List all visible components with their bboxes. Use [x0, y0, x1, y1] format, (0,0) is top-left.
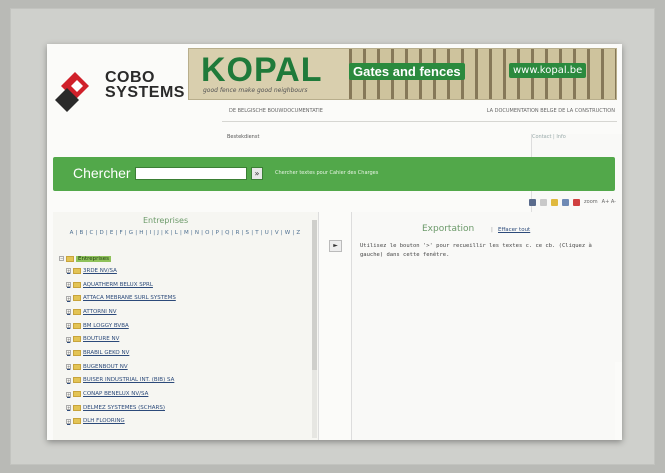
expand-icon[interactable]: + [66, 295, 71, 301]
company-name[interactable]: DELMEZ SYSTEMES (SCHARS) [83, 405, 165, 411]
add-to-export-button[interactable]: ► [329, 240, 342, 252]
company-tree-item[interactable]: + BUISER INDUSTRIAL INT. (BIB) SA [59, 374, 309, 388]
export-title: Exportation [422, 224, 475, 234]
expand-icon[interactable]: + [66, 418, 71, 424]
expand-icon[interactable]: + [66, 391, 71, 397]
search-bar: Chercher » Chercher textes pour Cahier d… [53, 157, 615, 191]
company-tree-item[interactable]: + CONAP BENELUX NV/SA [59, 387, 309, 401]
expand-icon[interactable]: + [66, 323, 71, 329]
collapse-icon[interactable]: − [59, 256, 64, 261]
company-name[interactable]: DLH FLOORING [83, 418, 125, 424]
tree-root[interactable]: − Entreprises [59, 253, 309, 264]
expand-icon[interactable]: + [66, 405, 71, 411]
subnav-bestekdienst[interactable]: Bestekdienst [227, 134, 259, 140]
export-panel: Exportation | Effacer tout Utilisez le b… [351, 212, 615, 440]
save-icon[interactable] [562, 198, 570, 206]
toolbar: zoom A+ A- [529, 197, 616, 207]
vertical-scrollbar[interactable] [312, 220, 317, 438]
clear-all-link[interactable]: Effacer tout [498, 227, 530, 233]
folder-icon [73, 322, 81, 329]
top-nav: DE BELGISCHE BOUWDOCUMENTATIE LA DOCUMEN… [227, 108, 617, 118]
kopal-banner-ad[interactable]: KOPAL good fence make good neighbours Ga… [188, 48, 617, 100]
folder-icon [73, 308, 81, 315]
zoom-label[interactable]: zoom [584, 199, 598, 205]
folder-icon [73, 391, 81, 398]
company-tree-item[interactable]: + DELMEZ SYSTEMES (SCHARS) [59, 401, 309, 415]
company-tree-item[interactable]: + AQUATHERM BELUX SPRL [59, 278, 309, 292]
company-name[interactable]: ATTORNI NV [83, 309, 116, 315]
company-name[interactable]: ATTACA MEBRANE SURL SYSTEMS [83, 295, 176, 301]
companies-panel: Entreprises A | B | C | D | E | F | G | … [53, 212, 319, 440]
company-name[interactable]: AQUATHERM BELUX SPRL [83, 282, 153, 288]
company-name[interactable]: BUGENBOUT NV [83, 364, 128, 370]
folder-icon [73, 404, 81, 411]
company-name[interactable]: BRABIL GEKO NV [83, 350, 129, 356]
company-name[interactable]: BOUTURE NV [83, 336, 119, 342]
nav-link-french[interactable]: LA DOCUMENTATION BELGE DE LA CONSTRUCTIO… [487, 108, 615, 114]
expand-icon[interactable]: + [66, 364, 71, 370]
company-name[interactable]: CONAP BENELUX NV/SA [83, 391, 148, 397]
folder-icon [73, 281, 81, 288]
cobo-systems-logo[interactable]: COBO SYSTEMS [55, 70, 185, 120]
expand-icon[interactable]: + [66, 268, 71, 274]
text-size-label[interactable]: A+ A- [602, 199, 616, 205]
company-tree-item[interactable]: + DLH FLOORING [59, 415, 309, 429]
banner-url: www.kopal.be [509, 63, 587, 78]
sub-nav: Bestekdienst Contact | Info [227, 134, 622, 362]
delete-icon[interactable] [573, 198, 581, 206]
export-instructions: Utilisez le bouton '>' pour recueillir l… [360, 243, 592, 258]
nav-link-dutch[interactable]: DE BELGISCHE BOUWDOCUMENTATIE [229, 108, 323, 114]
alphabet-index[interactable]: A | B | C | D | E | F | G | H | I | J | … [57, 230, 313, 237]
folder-icon [73, 363, 81, 370]
scrollbar-thumb[interactable] [312, 220, 317, 370]
company-tree: − Entreprises +3RDE NV/SA + AQUATHERM BELU… [59, 253, 309, 428]
expand-icon[interactable]: + [66, 336, 71, 342]
search-button[interactable]: » [251, 167, 263, 180]
company-tree-item[interactable]: +3RDE NV/SA [59, 264, 309, 278]
title-separator: | [491, 227, 493, 233]
search-input[interactable] [135, 167, 247, 180]
company-tree-item[interactable]: + ATTORNI NV [59, 305, 309, 319]
company-name[interactable]: BUISER INDUSTRIAL INT. (BIB) SA [83, 377, 174, 383]
company-tree-item[interactable]: + BUGENBOUT NV [59, 360, 309, 374]
folder-icon [73, 349, 81, 356]
company-tree-item[interactable]: + BM LOGGY BVBA [59, 319, 309, 333]
folder-icon [73, 418, 81, 425]
company-tree-item[interactable]: + BOUTURE NV [59, 332, 309, 346]
expand-icon[interactable]: + [66, 350, 71, 356]
expand-icon[interactable]: + [66, 282, 71, 288]
cobo-logo-icon [55, 72, 89, 112]
folder-icon [73, 336, 81, 343]
banner-gates-label: Gates and fences [349, 63, 465, 80]
expand-icon[interactable]: + [66, 309, 71, 315]
header-divider [222, 121, 617, 122]
folder-open-icon [66, 255, 74, 262]
company-name[interactable]: 3RDE NV/SA [83, 268, 117, 274]
folder-icon [73, 267, 81, 274]
companies-title: Entreprises [143, 216, 189, 225]
logo-text-line1: COBO [105, 69, 155, 86]
tree-root-label: Entreprises [76, 255, 112, 262]
browser-screenshot: COBO SYSTEMS KOPAL good fence make good … [47, 44, 622, 440]
company-tree-item[interactable]: + BRABIL GEKO NV [59, 346, 309, 360]
expand-icon[interactable]: + [66, 377, 71, 383]
search-hint-link[interactable]: Chercher textes pour Cahier des Charges [275, 170, 378, 176]
document-icon[interactable] [540, 198, 548, 206]
logo-text-line2: SYSTEMS [105, 84, 185, 101]
folder-icon [73, 295, 81, 302]
company-tree-item[interactable]: + ATTACA MEBRANE SURL SYSTEMS [59, 291, 309, 305]
folder-icon[interactable] [551, 198, 559, 206]
folder-icon [73, 377, 81, 384]
company-name[interactable]: BM LOGGY BVBA [83, 323, 129, 329]
print-icon[interactable] [529, 198, 537, 206]
banner-title: KOPAL [201, 51, 323, 89]
search-label: Chercher [73, 165, 131, 181]
banner-tagline: good fence make good neighbours [203, 87, 308, 94]
